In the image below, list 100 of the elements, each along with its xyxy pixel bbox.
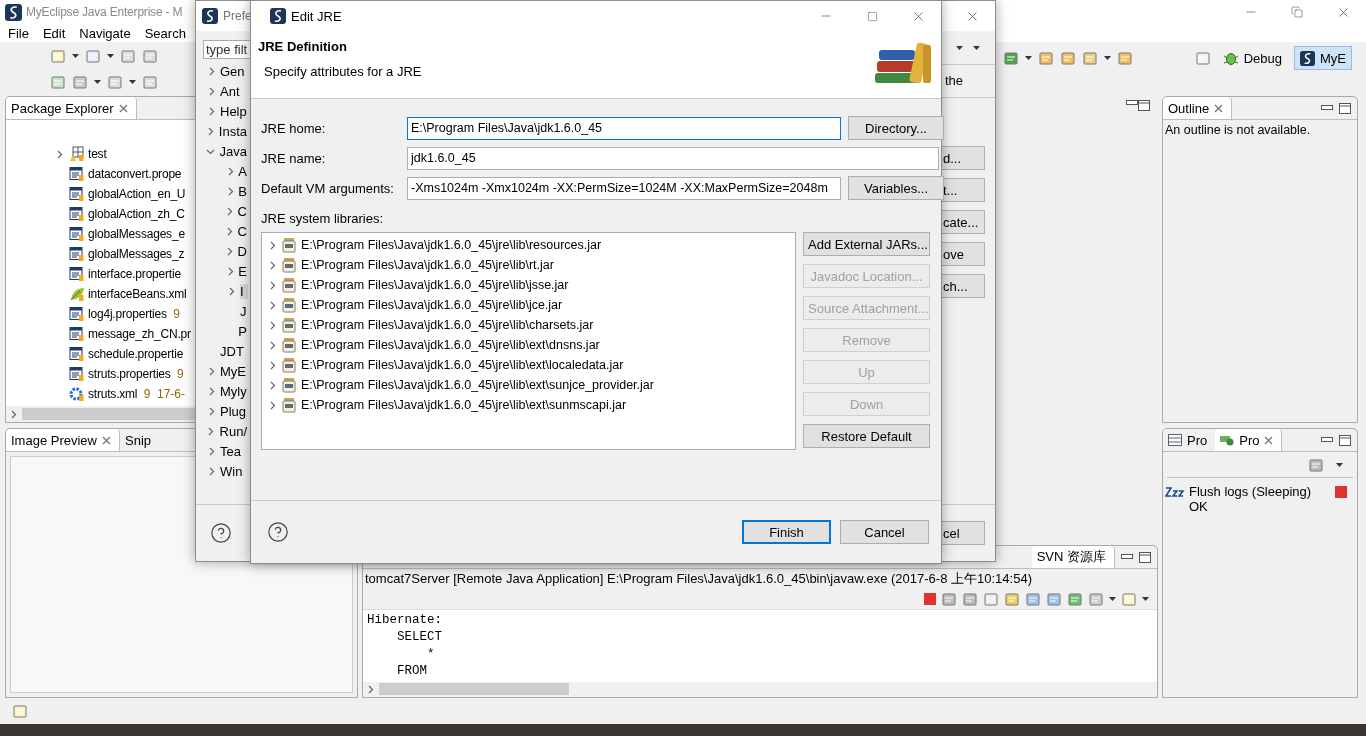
dropdown-caret-icon[interactable]: [1142, 596, 1149, 601]
text-field[interactable]: E:\Program Files\Java\jdk1.6.0_45: [407, 116, 841, 140]
dropdown-caret-icon[interactable]: [1024, 56, 1032, 60]
maximize-icon[interactable]: [1339, 102, 1351, 114]
library-item[interactable]: E:\Program Files\Java\jdk1.6.0_45\jre\lib\rt.jar: [262, 255, 795, 275]
library-item[interactable]: E:\Program Files\Java\jdk1.6.0_45\jre\lib\ext\dnsns.jar: [262, 335, 795, 355]
action-button[interactable]: ch...: [942, 274, 985, 298]
menu-item[interactable]: Edit: [42, 25, 66, 41]
preference-item[interactable]: C: [196, 201, 251, 221]
preference-item[interactable]: Plug: [196, 401, 251, 421]
terminate-icon[interactable]: [924, 592, 936, 605]
view-tab[interactable]: Outline: [1163, 97, 1233, 119]
perspective-button[interactable]: Debug: [1216, 46, 1288, 70]
help-icon[interactable]: [210, 522, 232, 544]
collapsed-chevron-icon[interactable]: [268, 260, 277, 270]
preference-item[interactable]: Ant: [196, 81, 251, 101]
preference-item[interactable]: Tea: [196, 441, 251, 461]
view-tab[interactable]: Package Explorer: [6, 97, 137, 119]
preference-item[interactable]: MyE: [196, 361, 251, 381]
close-icon[interactable]: [102, 435, 111, 445]
browse-button[interactable]: Variables...: [848, 176, 944, 200]
dropdown-caret-icon[interactable]: [1103, 56, 1111, 60]
dropdown-caret-icon[interactable]: [107, 54, 114, 58]
library-item[interactable]: E:\Program Files\Java\jdk1.6.0_45\jre\lib\charsets.jar: [262, 315, 795, 335]
preference-item[interactable]: C: [196, 221, 251, 241]
library-button[interactable]: Add External JARs...: [803, 232, 930, 256]
collapsed-chevron-icon[interactable]: [9, 409, 18, 419]
dialog-button[interactable]: cel: [942, 521, 985, 545]
collapsed-chevron-icon[interactable]: [268, 300, 277, 310]
dropdown-caret-icon[interactable]: [1109, 596, 1116, 601]
library-item[interactable]: E:\Program Files\Java\jdk1.6.0_45\jre\lib\ext\sunjce_provider.jar: [262, 375, 795, 395]
minimize-icon[interactable]: [1321, 437, 1333, 443]
preference-item[interactable]: Run/: [196, 421, 251, 441]
menu-item[interactable]: Search: [144, 25, 186, 41]
collapsed-chevron-icon[interactable]: [268, 360, 277, 370]
text-field[interactable]: jdk1.6.0_45: [407, 146, 939, 170]
action-button[interactable]: ove: [942, 242, 985, 266]
dropdown-caret-icon[interactable]: [129, 80, 136, 84]
collapsed-chevron-icon[interactable]: [268, 380, 277, 390]
help-icon[interactable]: [267, 521, 289, 543]
app-logo-icon: [5, 3, 22, 21]
preference-item[interactable]: E: [196, 261, 251, 281]
perspective-button[interactable]: MyE: [1294, 46, 1352, 70]
close-icon[interactable]: [1214, 103, 1224, 113]
preference-item[interactable]: A: [196, 161, 251, 181]
collapsed-chevron-icon[interactable]: [225, 246, 235, 256]
preference-item[interactable]: Java: [196, 141, 251, 161]
browse-button[interactable]: Directory...: [848, 116, 944, 140]
jar-icon: [281, 337, 297, 353]
library-item[interactable]: E:\Program Files\Java\jdk1.6.0_45\jre\lib\resources.jar: [262, 235, 795, 255]
dialog-button[interactable]: Cancel: [840, 520, 929, 544]
maximize-icon[interactable]: [1138, 100, 1150, 111]
collapsed-chevron-icon[interactable]: [225, 226, 235, 236]
library-item[interactable]: E:\Program Files\Java\jdk1.6.0_45\jre\lib\jsse.jar: [262, 275, 795, 295]
text-field[interactable]: -Xms1024m -Xmx1024m -XX:PermSize=1024M -XX:MaxPermSize=2048m: [407, 176, 841, 200]
close-icon[interactable]: [1264, 435, 1274, 445]
collapsed-chevron-icon[interactable]: [268, 320, 277, 330]
dropdown-caret-icon[interactable]: [94, 80, 101, 84]
minimize-icon[interactable]: [1121, 554, 1133, 560]
preference-item[interactable]: JDT: [196, 341, 251, 361]
dropdown-caret-icon[interactable]: [72, 54, 79, 58]
view-tab[interactable]: Pro: [1215, 429, 1283, 451]
console-title: tomcat7Server [Remote Java Application] E:\Program Files\Java\jdk1.6.0_45\bin\javaw.exe (2017-6-8 上午10:14:54): [364, 569, 1033, 588]
preference-item[interactable]: Insta: [196, 121, 251, 141]
maximize-icon[interactable]: [1339, 434, 1351, 446]
collapsed-chevron-icon[interactable]: [268, 340, 277, 350]
collapsed-chevron-icon[interactable]: [268, 400, 277, 410]
library-item[interactable]: E:\Program Files\Java\jdk1.6.0_45\jre\lib\ext\sunmscapi.jar: [262, 395, 795, 415]
collapsed-chevron-icon[interactable]: [268, 240, 277, 250]
preference-item[interactable]: D: [196, 241, 251, 261]
action-button[interactable]: d...: [942, 146, 985, 170]
preference-item[interactable]: B: [196, 181, 251, 201]
dialog-button[interactable]: Finish: [742, 520, 831, 544]
preference-item[interactable]: P: [196, 321, 251, 341]
preference-item[interactable]: Win: [196, 461, 251, 481]
view-tab[interactable]: SVN 资源库: [1031, 546, 1115, 568]
preference-item[interactable]: J: [196, 301, 251, 321]
preference-item[interactable]: Help: [196, 101, 251, 121]
stop-icon[interactable]: [1335, 485, 1347, 498]
close-icon[interactable]: [118, 103, 128, 113]
library-item[interactable]: E:\Program Files\Java\jdk1.6.0_45\jre\lib\ext\localedata.jar: [262, 355, 795, 375]
collapsed-chevron-icon[interactable]: [206, 426, 216, 436]
dropdown-caret-icon[interactable]: [973, 45, 980, 50]
preference-item[interactable]: Myly: [196, 381, 251, 401]
library-item[interactable]: E:\Program Files\Java\jdk1.6.0_45\jre\lib\jce.jar: [262, 295, 795, 315]
dropdown-caret-icon[interactable]: [1336, 462, 1343, 467]
collapsed-chevron-icon[interactable]: [225, 206, 235, 216]
collapsed-chevron-icon[interactable]: [366, 684, 375, 694]
preference-item[interactable]: I: [196, 281, 251, 301]
menu-item[interactable]: Navigate: [79, 25, 131, 41]
view-tab[interactable]: Image Preview: [6, 429, 120, 451]
action-button[interactable]: cate...: [942, 210, 985, 234]
collapsed-chevron-icon[interactable]: [268, 280, 277, 290]
minimize-icon[interactable]: [1321, 105, 1333, 111]
preference-item[interactable]: Gen: [196, 61, 251, 81]
minimize-icon[interactable]: [1126, 100, 1138, 106]
maximize-icon[interactable]: [1139, 551, 1151, 563]
menu-item[interactable]: File: [8, 25, 29, 41]
library-button[interactable]: Restore Default: [803, 424, 930, 448]
dropdown-caret-icon[interactable]: [956, 45, 963, 50]
